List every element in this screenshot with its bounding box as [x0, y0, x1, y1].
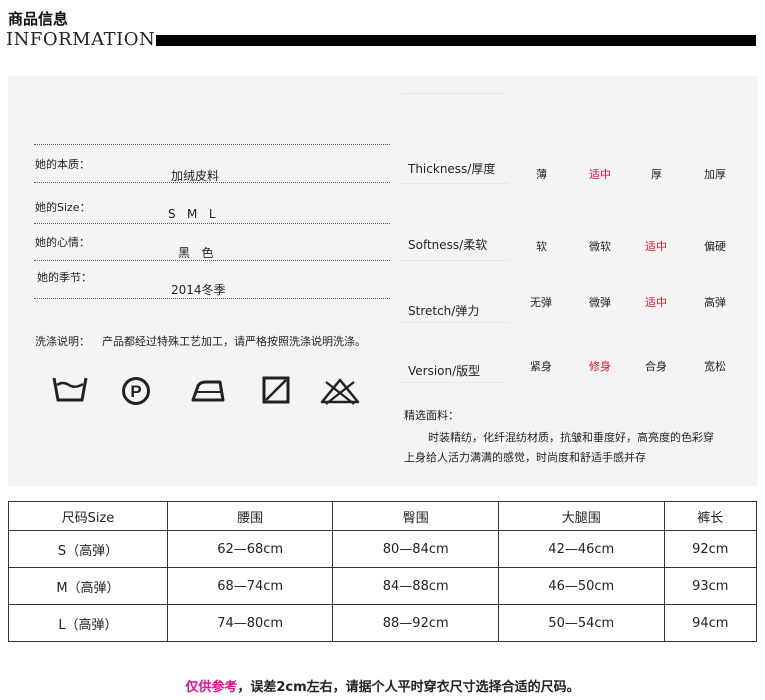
mood-label: 她的心情： — [35, 236, 90, 249]
table-cell: 46—50cm — [497, 567, 665, 605]
stretch-option: 高弹 — [704, 296, 726, 309]
version-option: 合身 — [645, 360, 667, 373]
version-option-selected: 修身 — [589, 360, 611, 373]
fabric-line-2: 上身给人活力满满的感觉，时尚度和舒适手感并存 — [404, 451, 646, 464]
wash-text: 产品都经过特殊工艺加工，请严格按照洗涤说明洗涤。 — [102, 335, 366, 348]
dry-clean-p-icon: P — [122, 377, 150, 405]
softness-label: Softness/柔软 — [408, 238, 488, 252]
wash-label: 洗涤说明： — [35, 335, 90, 348]
footer-text: ，误差2cm左右，请据个人平时穿衣尺寸选择合适的尺码。 — [237, 680, 580, 695]
version-option: 紧身 — [530, 360, 552, 373]
do-not-wash-icon — [320, 378, 360, 405]
stretch-option-selected: 适中 — [645, 296, 667, 309]
table-cell: S（高弹） — [8, 530, 168, 568]
title-divider-bar — [156, 35, 756, 46]
softness-option: 软 — [536, 240, 547, 253]
table-cell: 62—68cm — [166, 530, 334, 568]
version-label: Version/版型 — [408, 364, 481, 378]
table-header-cell: 裤长 — [663, 501, 758, 531]
softness-option-selected: 适中 — [645, 240, 667, 253]
table-cell: 50—54cm — [497, 604, 665, 642]
divider — [402, 93, 506, 94]
thickness-option: 厚 — [651, 168, 662, 181]
table-cell: 74—80cm — [166, 604, 334, 642]
fabric-line-1: 时装精纺，化纤混纺材质，抗皱和垂度好，高亮度的色彩穿 — [428, 431, 714, 444]
table-cell: 68—74cm — [166, 567, 334, 605]
divider — [34, 223, 390, 224]
softness-option: 微软 — [589, 240, 611, 253]
divider — [34, 260, 390, 261]
season-label: 她的季节： — [37, 271, 92, 284]
table-header-cell: 臀围 — [332, 501, 499, 531]
table-cell: 42—46cm — [497, 530, 665, 568]
table-cell: L（高弹） — [8, 604, 168, 642]
table-row: L（高弹） 74—80cm 88—92cm 50—54cm 94cm — [8, 604, 758, 642]
stretch-option: 无弹 — [530, 296, 552, 309]
season-value: 2014冬季 — [171, 283, 226, 297]
table-header-cell: 腰围 — [166, 501, 334, 531]
thickness-option: 薄 — [536, 168, 547, 181]
divider — [400, 183, 508, 184]
table-cell: 93cm — [663, 567, 758, 605]
divider — [400, 322, 508, 323]
divider — [34, 298, 390, 299]
stretch-option: 微弹 — [589, 296, 611, 309]
divider — [400, 260, 508, 261]
table-cell: M（高弹） — [8, 567, 168, 605]
iron-icon — [191, 380, 225, 402]
size-table: 尺码Size 腰围 臀围 大腿围 裤长 S（高弹） 62—68cm 80—84c… — [8, 501, 758, 642]
svg-text:P: P — [130, 382, 141, 401]
table-cell: 92cm — [663, 530, 758, 568]
divider — [34, 144, 390, 145]
thickness-label: Thickness/厚度 — [408, 162, 496, 176]
table-header-cell: 尺码Size — [8, 501, 168, 531]
version-option: 宽松 — [704, 360, 726, 373]
footer-highlight: 仅供参考 — [185, 680, 238, 695]
size-label: 她的Size： — [35, 201, 91, 214]
divider — [400, 382, 508, 383]
wash-basin-icon — [52, 377, 88, 402]
thickness-option-selected: 适中 — [589, 168, 611, 181]
section-title-en: INFORMATION — [6, 29, 156, 50]
table-header-row: 尺码Size 腰围 臀围 大腿围 裤长 — [8, 501, 758, 531]
size-value: S M L — [168, 207, 216, 221]
table-row: S（高弹） 62—68cm 80—84cm 42—46cm 92cm — [8, 530, 758, 568]
info-panel: 她的本质： 加绒皮料 她的Size： S M L 她的心情： 黑 色 她的季节：… — [8, 76, 757, 486]
table-cell: 84—88cm — [332, 567, 499, 605]
table-cell: 94cm — [663, 604, 758, 642]
table-header-cell: 大腿围 — [497, 501, 665, 531]
section-title-cn: 商品信息 — [8, 10, 69, 28]
tumble-dry-prohibited-icon — [262, 376, 290, 404]
stretch-label: Stretch/弹力 — [408, 304, 480, 318]
footer-note: 仅供参考，误差2cm左右，请据个人平时穿衣尺寸选择合适的尺码。 — [0, 676, 765, 695]
table-cell: 88—92cm — [332, 604, 499, 642]
fabric-title: 精选面料： — [404, 409, 459, 422]
table-row: M（高弹） 68—74cm 84—88cm 46—50cm 93cm — [8, 567, 758, 605]
material-label: 她的本质： — [35, 158, 90, 171]
softness-option: 偏硬 — [704, 240, 726, 253]
divider — [34, 182, 390, 183]
thickness-option: 加厚 — [704, 168, 726, 181]
color-value: 黑 色 — [178, 246, 214, 260]
table-cell: 80—84cm — [332, 530, 499, 568]
